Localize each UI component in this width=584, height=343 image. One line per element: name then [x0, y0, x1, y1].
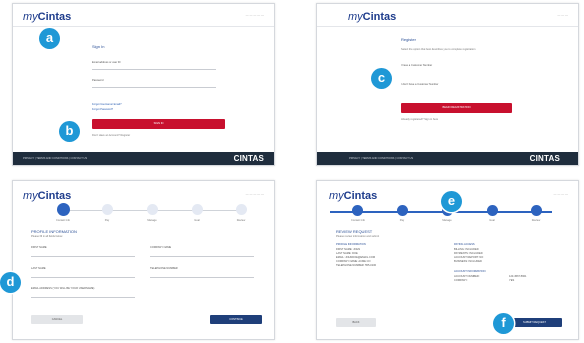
- top-nav[interactable]: — — —: [557, 13, 568, 17]
- top-nav[interactable]: — — — — —: [246, 192, 264, 196]
- telephone-field[interactable]: [150, 273, 254, 278]
- continue-button[interactable]: CONTINUE: [210, 315, 262, 324]
- mycintas-logo[interactable]: myCintas: [23, 11, 71, 23]
- progress-track: [330, 211, 552, 213]
- step-3-dot: [147, 204, 158, 215]
- section-title: PROFILE INFORMATION: [31, 229, 77, 234]
- register-panel: myCintas — — — Register Select the optio…: [316, 3, 579, 166]
- mycintas-logo[interactable]: myCintas: [329, 190, 377, 202]
- review-line: ACCOUNT NUMBER:: [454, 275, 480, 278]
- forgot-email-link[interactable]: Forgot Username/ Email?: [92, 103, 122, 106]
- page-title: Sign In: [92, 44, 105, 49]
- register-link[interactable]: Don't Have an Account? Register: [92, 134, 130, 137]
- callout-badge-d: d: [0, 272, 21, 293]
- register-intro: Select the option that best describes yo…: [401, 48, 476, 51]
- submit-request-button[interactable]: SUBMIT REQUEST: [507, 318, 562, 327]
- last-name-label: LAST NAME: [31, 267, 46, 270]
- back-button[interactable]: BACK: [336, 318, 376, 327]
- company-name-label: COMPANY NAME: [150, 246, 172, 249]
- email-label: EMAIL ADDRESS (YOU WILL BE YOUR USERNAME…: [31, 287, 95, 290]
- step-4-dot: [487, 205, 498, 216]
- review-line: LAST NAME: DOE: [336, 252, 358, 255]
- email-label: Email address or user ID: [92, 61, 121, 64]
- begin-registration-button[interactable]: BEGIN REGISTRATION: [401, 103, 512, 113]
- top-nav[interactable]: — — — —: [553, 192, 568, 196]
- review-value: YES: [509, 279, 515, 282]
- step-2-dot: [102, 204, 113, 215]
- footer-links[interactable]: PRIVACY | TERMS AND CONDITIONS | CONTACT…: [349, 157, 413, 160]
- callout-badge-e: e: [441, 191, 462, 212]
- step-5-label: Review: [236, 219, 246, 222]
- profile-info-title: PROFILE INFORMATION: [336, 243, 366, 246]
- step-3-label: Manage: [442, 219, 452, 222]
- footer-links[interactable]: PRIVACY | TERMS AND CONDITIONS | CONTACT…: [23, 157, 87, 160]
- review-line: BILLING: INCLUDED: [454, 248, 479, 251]
- paying-access-title: PAYING ACCESS: [454, 243, 475, 246]
- step-2-label: Pay: [104, 219, 110, 222]
- footer: PRIVACY | TERMS AND CONDITIONS | CONTACT…: [317, 152, 578, 165]
- first-name-field[interactable]: [31, 252, 135, 257]
- signin-button[interactable]: SIGN IN: [92, 119, 225, 129]
- profile-panel: myCintas — — — — — Contact Info Pay Mana…: [12, 180, 275, 340]
- header-divider: [13, 26, 274, 27]
- callout-badge-b: b: [59, 121, 80, 142]
- section-subtitle: Please fill in all fields below: [31, 235, 63, 238]
- email-field[interactable]: [31, 293, 135, 298]
- signin-link[interactable]: Already registered? Sign in here: [401, 118, 438, 121]
- section-title: REVIEW REQUEST: [336, 229, 373, 234]
- step-5-dot: [531, 205, 542, 216]
- review-line: COMPANY:: [454, 279, 468, 282]
- header-divider: [317, 26, 578, 27]
- step-1-label: Contact Info: [56, 219, 70, 222]
- review-value: 123-4567 8901: [509, 275, 527, 278]
- step-5-dot: [236, 204, 247, 215]
- review-line: ACCOUNT REPORT: NO: [454, 256, 484, 259]
- step-2-dot: [397, 205, 408, 216]
- step-4-label: Goal: [194, 219, 200, 222]
- mycintas-logo[interactable]: myCintas: [348, 11, 396, 23]
- option-customer-number[interactable]: I have a Customer Number: [401, 64, 432, 67]
- review-line: COMPANY NAME: ACME CO: [336, 260, 371, 263]
- password-label: Password: [92, 79, 104, 82]
- step-1-dot: [57, 203, 70, 216]
- step-2-label: Pay: [399, 219, 405, 222]
- forgot-password-link[interactable]: Forgot Password?: [92, 108, 113, 111]
- review-line: BUSINESS: INCLUDED: [454, 260, 482, 263]
- option-no-customer-number[interactable]: I don't have a Customer Number: [401, 83, 438, 86]
- step-4-label: Goal: [489, 219, 495, 222]
- company-name-field[interactable]: [150, 252, 254, 257]
- section-subtitle: Please review information and submit: [336, 235, 380, 238]
- callout-badge-a: a: [39, 28, 60, 49]
- last-name-field[interactable]: [31, 273, 135, 278]
- callout-badge-f: f: [493, 313, 514, 334]
- email-field[interactable]: [92, 65, 216, 70]
- cintas-footer-logo: CINTAS: [233, 154, 264, 163]
- step-3-label: Manage: [147, 219, 157, 222]
- top-nav[interactable]: — — — — —: [246, 13, 264, 17]
- step-4-dot: [192, 204, 203, 215]
- telephone-label: TELEPHONE NUMBER: [150, 267, 178, 270]
- password-field[interactable]: [92, 83, 216, 88]
- cancel-button[interactable]: CANCEL: [31, 315, 83, 324]
- account-info-title: ACCOUNT INFORMATION: [454, 270, 486, 273]
- step-1-label: Contact Info: [351, 219, 365, 222]
- step-1-dot: [352, 205, 363, 216]
- first-name-label: FIRST NAME: [31, 246, 47, 249]
- footer: PRIVACY | TERMS AND CONDITIONS | CONTACT…: [13, 152, 274, 165]
- review-line: TELEPHONE NUMBER: 555-0100: [336, 264, 377, 267]
- review-line: PAYMENTS: INCLUDED: [454, 252, 483, 255]
- cintas-footer-logo: CINTAS: [529, 154, 560, 163]
- step-5-label: Review: [531, 219, 541, 222]
- review-line: EMAIL: JOHNDOE@EMAIL.COM: [336, 256, 376, 259]
- callout-badge-c: c: [371, 68, 392, 89]
- mycintas-logo[interactable]: myCintas: [23, 190, 71, 202]
- review-line: FIRST NAME: JOHN: [336, 248, 361, 251]
- page-title: Register: [401, 37, 416, 42]
